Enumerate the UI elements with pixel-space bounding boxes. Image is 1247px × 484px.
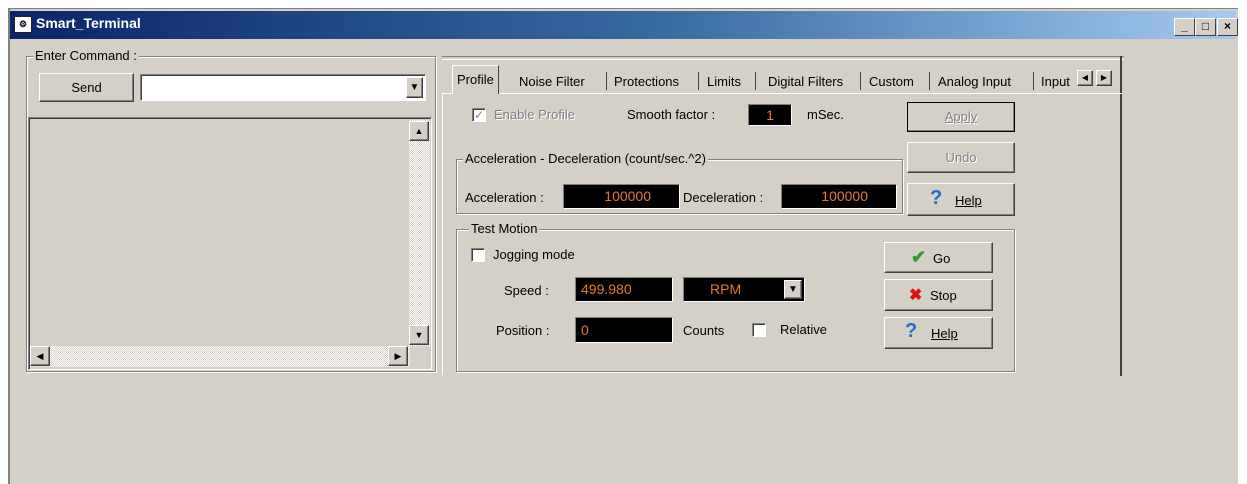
position-label: Position :	[496, 323, 550, 338]
tab-separator	[1033, 72, 1034, 90]
apply-button[interactable]: Apply	[907, 102, 1015, 132]
acceleration-field[interactable]: 100000	[563, 184, 680, 209]
enable-profile-label: Enable Profile	[494, 107, 575, 122]
test-motion-help-button[interactable]: ? Help	[884, 317, 993, 349]
deceleration-label: Deceleration :	[683, 190, 764, 205]
scroll-down-button[interactable]: ▼	[409, 325, 429, 345]
undo-button-label: Undo	[945, 150, 977, 165]
stop-x-icon: ✖	[909, 287, 923, 304]
window-title: Smart_Terminal	[36, 15, 141, 31]
help-icon: ?	[930, 187, 943, 209]
close-icon: ×	[1223, 19, 1231, 33]
jogging-mode-label: Jogging mode	[493, 247, 575, 262]
tab-limits[interactable]: Limits	[703, 68, 745, 94]
speed-field[interactable]: 499.980	[575, 277, 673, 302]
deceleration-field[interactable]: 100000	[781, 184, 897, 209]
tab-protections-label: Protections	[614, 74, 680, 89]
tab-noise-filter-label: Noise Filter	[519, 74, 585, 89]
tab-limits-label: Limits	[707, 74, 741, 89]
chevron-down-icon: ▼	[788, 284, 798, 295]
speed-unit-select[interactable]: RPM ▼	[683, 277, 805, 302]
tab-analog-input[interactable]: Analog Input	[934, 68, 1015, 94]
arrow-up-icon: ▲	[414, 126, 424, 136]
tab-custom[interactable]: Custom	[865, 68, 918, 94]
speed-unit-dropdown-button[interactable]: ▼	[784, 280, 802, 299]
arrow-right-icon: ▶	[1100, 73, 1108, 82]
smooth-factor-field[interactable]: 1	[748, 104, 792, 126]
tab-scroll-right-button[interactable]: ▶	[1096, 70, 1112, 86]
relative-label: Relative	[780, 322, 827, 337]
tab-protections[interactable]: Protections	[610, 68, 683, 94]
tab-separator	[698, 72, 699, 90]
horizontal-scrollbar[interactable]	[30, 346, 410, 367]
position-field[interactable]: 0	[575, 317, 673, 343]
command-combobox[interactable]: ▼	[140, 74, 426, 101]
jogging-mode-checkbox[interactable]	[471, 248, 485, 262]
smooth-factor-unit: mSec.	[807, 107, 844, 122]
terminal-app-icon: ⚙	[14, 16, 32, 33]
acceleration-group-label: Acceleration - Deceleration (count/sec.^…	[463, 151, 708, 166]
tab-input-label: Input	[1041, 74, 1070, 89]
checkmark-icon: ✓	[473, 108, 485, 122]
relative-checkbox[interactable]	[752, 323, 766, 337]
undo-button[interactable]: Undo	[907, 142, 1015, 173]
scroll-left-button[interactable]: ◀	[30, 346, 50, 366]
maximize-icon: □	[1201, 19, 1210, 33]
tab-area-top-divider	[442, 56, 1124, 60]
output-area[interactable]	[28, 117, 432, 370]
checkmark-icon: ✔	[911, 247, 927, 267]
vertical-scrollbar[interactable]	[409, 120, 430, 346]
stop-button-label: Stop	[930, 288, 957, 303]
tab-page-left-border	[442, 93, 443, 375]
acceleration-label: Acceleration :	[465, 190, 544, 205]
send-button[interactable]: Send	[39, 73, 134, 102]
profile-help-button[interactable]: ? Help	[907, 183, 1015, 216]
tab-area-right-edge	[1120, 56, 1122, 376]
tab-input[interactable]: Input	[1037, 68, 1076, 94]
apply-button-label: Apply	[944, 109, 978, 124]
scroll-right-button[interactable]: ▶	[388, 346, 408, 366]
smooth-factor-label: Smooth factor :	[627, 107, 716, 122]
arrow-left-icon: ◀	[36, 351, 44, 361]
tab-profile[interactable]: Profile	[452, 65, 499, 94]
go-button-label: Go	[933, 251, 951, 266]
send-button-label: Send	[71, 80, 102, 95]
arrow-down-icon: ▼	[414, 330, 424, 340]
close-button[interactable]: ×	[1217, 18, 1238, 36]
tab-custom-label: Custom	[869, 74, 914, 89]
chevron-down-icon: ▼	[409, 82, 420, 93]
scroll-up-button[interactable]: ▲	[409, 121, 429, 141]
stop-button[interactable]: ✖ Stop	[884, 279, 993, 311]
tab-separator	[929, 72, 930, 90]
arrow-left-icon: ◀	[1081, 73, 1089, 82]
command-group-label: Enter Command :	[33, 48, 139, 63]
test-motion-group-label: Test Motion	[469, 221, 540, 236]
tab-scroll-left-button[interactable]: ◀	[1077, 70, 1093, 86]
title-bar[interactable]: ⚙ Smart_Terminal	[10, 11, 1236, 39]
profile-help-label: Help	[955, 193, 982, 208]
go-button[interactable]: ✔ Go	[884, 242, 993, 273]
minimize-button[interactable]: _	[1174, 18, 1195, 36]
position-unit-label: Counts	[683, 323, 725, 338]
tab-separator	[606, 72, 607, 90]
arrow-right-icon: ▶	[394, 351, 402, 361]
speed-label: Speed :	[504, 283, 549, 298]
tab-profile-label: Profile	[457, 72, 494, 87]
tab-digital-filters[interactable]: Digital Filters	[764, 68, 847, 94]
enable-profile-checkbox[interactable]: ✓	[472, 108, 486, 122]
tab-digital-filters-label: Digital Filters	[768, 74, 844, 89]
minimize-icon: _	[1181, 19, 1188, 33]
help-icon: ?	[905, 320, 918, 342]
tab-noise-filter[interactable]: Noise Filter	[515, 68, 589, 94]
speed-unit-value: RPM	[710, 281, 742, 297]
command-dropdown-button[interactable]: ▼	[406, 77, 423, 98]
tab-separator	[755, 72, 756, 90]
tab-separator	[860, 72, 861, 90]
tab-analog-input-label: Analog Input	[938, 74, 1012, 89]
maximize-button[interactable]: □	[1195, 18, 1216, 36]
test-motion-help-label: Help	[931, 326, 958, 341]
